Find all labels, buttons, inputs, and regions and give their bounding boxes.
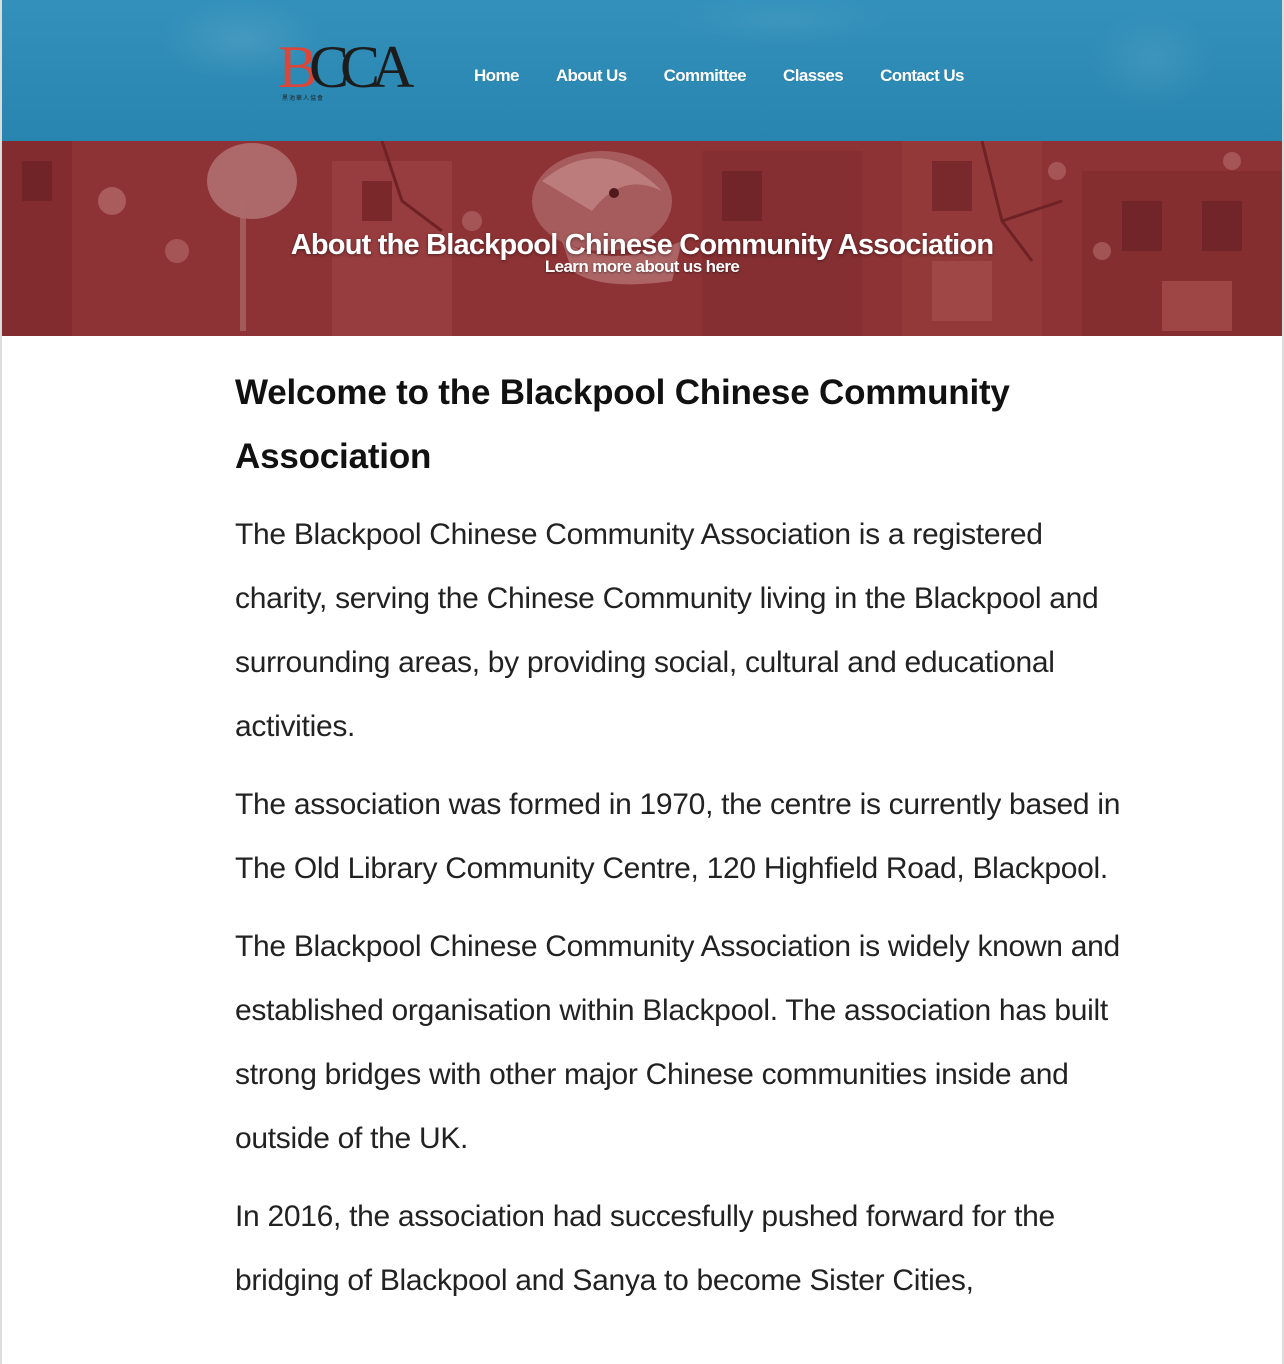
logo-letter-b: B	[278, 34, 318, 100]
page: BCCA 黑池華人協會 Home About Us Committee Clas…	[0, 0, 1284, 1364]
welcome-heading: Welcome to the Blackpool Chinese Communi…	[235, 373, 1010, 476]
paragraph-charity: The Blackpool Chinese Community Associat…	[235, 518, 1099, 743]
nav-home[interactable]: Home	[474, 66, 519, 86]
nav-classes[interactable]: Classes	[783, 66, 844, 86]
paragraph-sister-cities: In 2016, the association had succesfully…	[235, 1200, 1055, 1297]
logo-letters-cca: CCA	[309, 34, 414, 100]
hero-banner: About the Blackpool Chinese Community As…	[2, 141, 1282, 336]
hero-subtitle: Learn more about us here	[544, 257, 740, 276]
logo-wordmark: BCCA	[278, 34, 414, 100]
site-header: BCCA 黑池華人協會 Home About Us Committee Clas…	[2, 0, 1282, 141]
nav-contact-us[interactable]: Contact Us	[880, 66, 964, 86]
main-content: Welcome to the Blackpool Chinese Communi…	[235, 361, 1135, 1327]
main-nav: Home About Us Committee Classes Contact …	[474, 66, 1001, 86]
nav-about-us[interactable]: About Us	[556, 66, 627, 86]
bcca-logo[interactable]: BCCA 黑池華人協會	[278, 34, 414, 102]
nav-committee[interactable]: Committee	[664, 66, 747, 86]
paragraph-community: The Blackpool Chinese Community Associat…	[235, 930, 1120, 1155]
paragraph-history: The association was formed in 1970, the …	[235, 788, 1121, 885]
logo-chinese-subtitle: 黑池華人協會	[282, 96, 325, 102]
